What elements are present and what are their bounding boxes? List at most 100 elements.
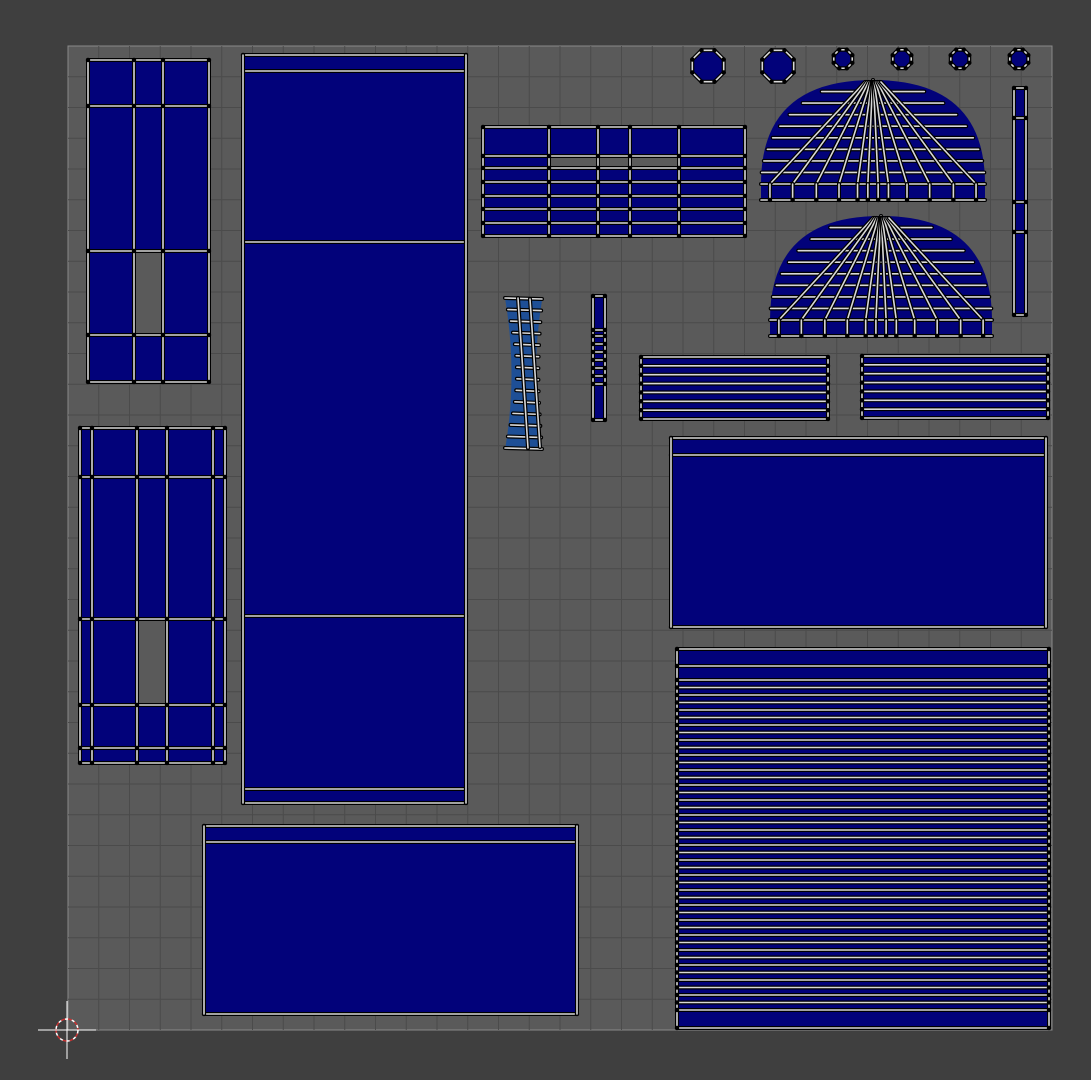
uv-vertex[interactable]	[831, 60, 836, 66]
uv-vertex[interactable]	[674, 925, 680, 930]
uv-vertex[interactable]	[546, 179, 552, 185]
uv-vertex[interactable]	[89, 760, 95, 766]
uv-vertex[interactable]	[1046, 1000, 1052, 1005]
uv-vertex[interactable]	[480, 220, 486, 226]
uv-island-panel-left-top[interactable]	[85, 57, 212, 385]
uv-island-tall-column[interactable]	[240, 52, 469, 806]
uv-vertex[interactable]	[590, 381, 596, 387]
uv-vertex[interactable]	[674, 955, 680, 960]
uv-vertex[interactable]	[674, 827, 680, 833]
uv-vertex[interactable]	[844, 66, 850, 71]
uv-vertex[interactable]	[160, 103, 166, 109]
uv-vertex[interactable]	[904, 197, 910, 203]
uv-vertex[interactable]	[131, 248, 137, 254]
uv-vertex[interactable]	[674, 692, 680, 698]
uv-vertex[interactable]	[1046, 797, 1052, 803]
uv-vertex[interactable]	[134, 616, 140, 622]
uv-vertex[interactable]	[1046, 752, 1052, 758]
uv-vertex[interactable]	[674, 842, 680, 848]
uv-vertex[interactable]	[77, 474, 83, 480]
uv-vertex[interactable]	[627, 124, 633, 130]
uv-vertex[interactable]	[1011, 85, 1017, 91]
uv-vertex[interactable]	[859, 371, 865, 376]
uv-vertex[interactable]	[1023, 229, 1029, 235]
uv-vertex[interactable]	[77, 760, 83, 766]
uv-island-small-stripe-right[interactable]	[859, 353, 1051, 421]
uv-vertex[interactable]	[1045, 362, 1051, 368]
uv-vertex[interactable]	[953, 66, 959, 71]
uv-vertex[interactable]	[89, 616, 95, 622]
uv-vertex[interactable]	[602, 341, 608, 347]
uv-vertex[interactable]	[602, 417, 608, 423]
uv-vertex[interactable]	[1007, 60, 1012, 66]
uv-island-right-striped-block[interactable]	[674, 646, 1052, 1031]
uv-vertex[interactable]	[164, 425, 170, 431]
uv-vertex[interactable]	[595, 220, 601, 226]
uv-vertex[interactable]	[674, 805, 680, 810]
uv-vertex[interactable]	[160, 57, 166, 63]
uv-vertex[interactable]	[875, 197, 881, 203]
uv-vertex[interactable]	[674, 760, 680, 765]
uv-vertex[interactable]	[85, 248, 91, 254]
uv-vertex[interactable]	[676, 179, 682, 185]
uv-island-panel-left-bottom[interactable]	[77, 425, 228, 766]
uv-vertex[interactable]	[1046, 887, 1052, 893]
uv-vertex[interactable]	[873, 333, 879, 339]
uv-vertex[interactable]	[674, 677, 680, 683]
uv-vertex[interactable]	[799, 333, 804, 339]
uv-vertex[interactable]	[1046, 805, 1052, 810]
uv-vertex[interactable]	[1046, 872, 1052, 878]
uv-vertex[interactable]	[1046, 895, 1052, 900]
uv-vertex[interactable]	[1026, 60, 1031, 66]
uv-vertex[interactable]	[164, 745, 170, 751]
uv-vertex[interactable]	[1046, 715, 1052, 720]
uv-vertex[interactable]	[627, 153, 633, 159]
uv-vertex[interactable]	[1046, 902, 1052, 908]
uv-vertex[interactable]	[1046, 857, 1052, 863]
uv-vertex[interactable]	[674, 932, 680, 938]
uv-vertex[interactable]	[480, 206, 486, 212]
uv-vertex[interactable]	[222, 616, 228, 622]
uv-vertex[interactable]	[912, 333, 917, 339]
uv-vertex[interactable]	[210, 760, 216, 766]
uv-vertex[interactable]	[903, 66, 909, 71]
uv-vertex[interactable]	[859, 389, 865, 394]
uv-vertex[interactable]	[674, 850, 680, 855]
uv-vertex[interactable]	[1046, 790, 1052, 795]
uv-vertex[interactable]	[690, 70, 695, 75]
uv-vertex[interactable]	[85, 103, 91, 109]
uv-vertex[interactable]	[1046, 1025, 1052, 1031]
uv-vertex[interactable]	[210, 616, 216, 622]
uv-vertex[interactable]	[948, 60, 953, 66]
uv-vertex[interactable]	[590, 349, 596, 355]
uv-vertex[interactable]	[164, 760, 170, 766]
uv-vertex[interactable]	[850, 52, 855, 58]
uv-vertex[interactable]	[222, 745, 228, 751]
uv-vertex[interactable]	[859, 362, 865, 368]
uv-vertex[interactable]	[1045, 406, 1051, 412]
uv-vertex[interactable]	[825, 354, 831, 360]
uv-vertex[interactable]	[674, 985, 680, 990]
uv-vertex[interactable]	[546, 153, 552, 159]
uv-vertex[interactable]	[1026, 52, 1031, 58]
uv-vertex[interactable]	[1046, 925, 1052, 930]
uv-vertex[interactable]	[222, 474, 228, 480]
uv-vertex[interactable]	[674, 895, 680, 900]
uv-vertex[interactable]	[855, 197, 860, 203]
uv-vertex[interactable]	[674, 722, 680, 728]
uv-vertex[interactable]	[674, 992, 680, 998]
uv-vertex[interactable]	[953, 47, 959, 52]
uv-vertex[interactable]	[1011, 229, 1017, 235]
uv-vertex[interactable]	[638, 363, 644, 369]
uv-vertex[interactable]	[85, 57, 91, 63]
uv-vertex[interactable]	[927, 197, 932, 203]
uv-vertex[interactable]	[674, 663, 680, 669]
uv-vertex[interactable]	[1023, 115, 1029, 121]
uv-vertex[interactable]	[674, 865, 680, 870]
uv-vertex[interactable]	[480, 179, 486, 185]
uv-vertex[interactable]	[674, 646, 680, 652]
uv-vertex[interactable]	[1046, 992, 1052, 998]
uv-vertex[interactable]	[602, 381, 608, 387]
uv-vertex[interactable]	[85, 332, 91, 338]
uv-vertex[interactable]	[760, 70, 765, 75]
